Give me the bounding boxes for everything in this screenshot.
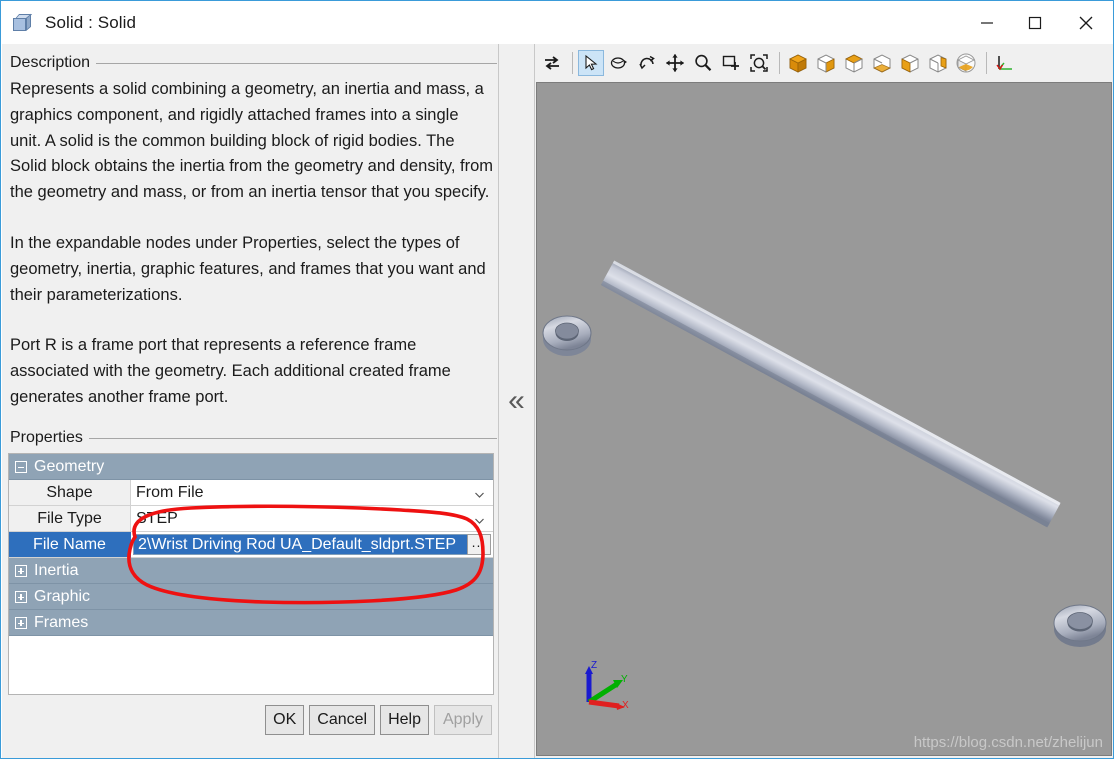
swap-arrows-icon[interactable] [539, 50, 565, 76]
collapse-panel-chevrons-icon[interactable]: « [508, 386, 525, 416]
help-button[interactable]: Help [380, 705, 429, 735]
toolbar-separator [986, 52, 987, 74]
row-label-shape: Shape [9, 480, 131, 506]
view-left-icon[interactable] [897, 50, 923, 76]
3d-viewport[interactable]: Z Y X https://blog.csdn.net/zhelijun [536, 82, 1112, 756]
properties-legend-label: Properties [10, 429, 83, 446]
zoom-icon[interactable] [690, 50, 716, 76]
view-top-icon[interactable] [841, 50, 867, 76]
pan-icon[interactable] [662, 50, 688, 76]
chevron-down-icon[interactable] [474, 487, 485, 498]
expand-toggle-icon[interactable] [15, 564, 27, 577]
solid-block-dialog: Solid : Solid Description Represents a s… [0, 0, 1114, 759]
chevron-down-icon[interactable] [474, 513, 485, 524]
table-empty-area [9, 636, 493, 694]
view-front-icon[interactable] [813, 50, 839, 76]
svg-text:Y: Y [621, 674, 628, 685]
cancel-button[interactable]: Cancel [309, 705, 376, 735]
description-paragraph-1: Represents a solid combining a geometry,… [10, 80, 494, 202]
table-row-group-geometry[interactable]: Geometry [9, 454, 493, 480]
group-label: Inertia [34, 561, 79, 579]
window-titlebar: Solid : Solid [1, 1, 1113, 44]
view-right-icon[interactable] [925, 50, 951, 76]
axis-triad-gizmo: Z Y X [577, 656, 637, 717]
group-label: Graphic [34, 587, 91, 605]
properties-table[interactable]: Geometry Shape From File File Type STEP [8, 453, 494, 695]
properties-legend: Properties [2, 429, 497, 447]
file-type-value-text: STEP [136, 509, 178, 527]
browse-file-button[interactable]: ... [467, 534, 491, 555]
row-label-file-type: File Type [9, 506, 131, 532]
close-icon[interactable] [1059, 1, 1113, 44]
rod-eye-right [1053, 604, 1107, 647]
collapse-toggle-icon[interactable] [15, 460, 27, 473]
description-paragraph-3: Port R is a frame port that represents a… [10, 336, 451, 406]
description-text: Represents a solid combining a geometry,… [10, 77, 494, 411]
zoom-box-icon[interactable] [718, 50, 744, 76]
file-name-input[interactable]: 2\Wrist Driving Rod UA_Default_sldprt.ST… [133, 534, 467, 555]
legend-rule [88, 437, 497, 439]
rod-eye-left [542, 315, 592, 356]
view-isometric-icon[interactable] [785, 50, 811, 76]
row-label-file-name: File Name [9, 532, 131, 558]
ok-button[interactable]: OK [265, 705, 305, 735]
table-row-shape[interactable]: Shape From File [9, 480, 493, 506]
legend-rule [96, 62, 497, 64]
viewer-panel: Z Y X https://blog.csdn.net/zhelijun [535, 44, 1113, 758]
viewer-toolbar [535, 44, 1113, 82]
row-value-file-name[interactable]: 2\Wrist Driving Rod UA_Default_sldprt.ST… [131, 532, 493, 558]
dialog-button-bar: OK Cancel Help Apply [2, 705, 497, 735]
apply-button: Apply [434, 705, 492, 735]
view-bottom-icon[interactable] [869, 50, 895, 76]
panel-splitter[interactable]: « [499, 44, 535, 758]
table-row-file-type[interactable]: File Type STEP [9, 506, 493, 532]
cube-icon [13, 13, 35, 33]
expand-toggle-icon[interactable] [15, 590, 27, 603]
watermark-text: https://blog.csdn.net/zhelijun [913, 734, 1103, 751]
expand-toggle-icon[interactable] [15, 616, 27, 629]
svg-text:Z: Z [591, 660, 597, 671]
row-value-file-type[interactable]: STEP [131, 506, 493, 532]
orbit-icon[interactable] [634, 50, 660, 76]
table-row-file-name[interactable]: File Name 2\Wrist Driving Rod UA_Default… [9, 532, 493, 558]
axis-triad-icon[interactable] [992, 50, 1018, 76]
table-row-group-frames[interactable]: Frames [9, 610, 493, 636]
toolbar-separator [572, 52, 573, 74]
window-title: Solid : Solid [45, 12, 137, 32]
description-legend: Description [2, 54, 497, 72]
view-rotate-cube-icon[interactable] [953, 50, 979, 76]
minimize-icon[interactable] [963, 1, 1011, 44]
table-row-group-graphic[interactable]: Graphic [9, 584, 493, 610]
toolbar-separator [779, 52, 780, 74]
table-row-group-inertia[interactable]: Inertia [9, 558, 493, 584]
svg-text:X: X [622, 700, 629, 711]
group-label: Frames [34, 613, 89, 631]
description-legend-label: Description [10, 54, 91, 71]
fit-to-view-icon[interactable] [746, 50, 772, 76]
maximize-icon[interactable] [1011, 1, 1059, 44]
window-controls [963, 1, 1113, 44]
shape-value-text: From File [136, 483, 204, 501]
description-paragraph-2: In the expandable nodes under Properties… [10, 233, 486, 304]
left-panel: Description Represents a solid combining… [2, 44, 499, 758]
select-arrow-icon[interactable] [578, 50, 604, 76]
rotate-view-icon[interactable] [606, 50, 632, 76]
row-value-shape[interactable]: From File [131, 480, 493, 506]
group-label: Geometry [34, 457, 105, 475]
